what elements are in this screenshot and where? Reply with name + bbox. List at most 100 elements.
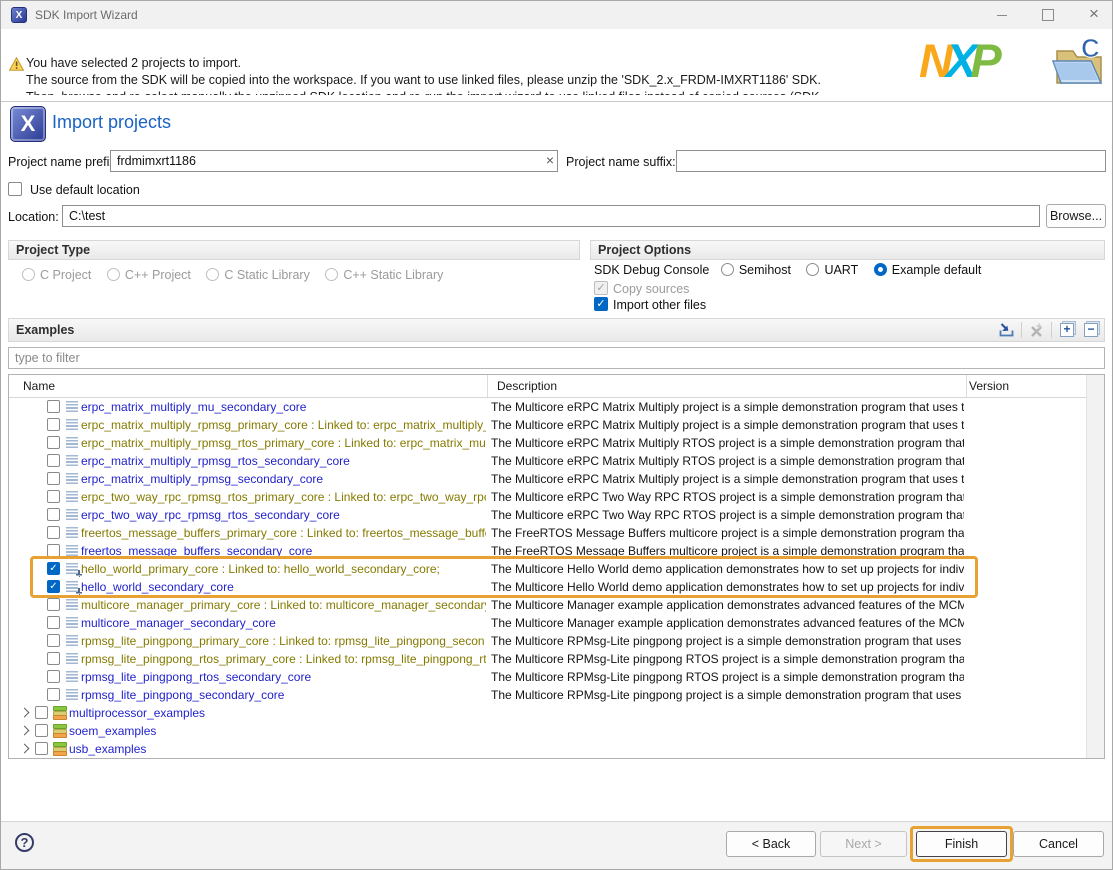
example-row[interactable]: erpc_two_way_rpc_rpmsg_rtos_secondary_co…: [9, 506, 1086, 524]
row-checkbox[interactable]: [47, 616, 60, 629]
example-category-icon: [53, 706, 65, 719]
row-checkbox[interactable]: ✓: [47, 580, 60, 593]
row-checkbox[interactable]: [47, 454, 60, 467]
examples-table: Name Description Version erpc_matrix_mul…: [8, 374, 1105, 759]
row-checkbox[interactable]: [47, 508, 60, 521]
radio-uart[interactable]: UART: [806, 263, 858, 277]
row-checkbox[interactable]: [47, 670, 60, 683]
column-header-description[interactable]: Description: [497, 379, 557, 393]
sdk-debug-console-label: SDK Debug Console: [594, 263, 709, 277]
example-row[interactable]: freertos_message_buffers_secondary_coreT…: [9, 542, 1086, 560]
toolbar-separator: [1051, 322, 1052, 338]
example-name: rpmsg_lite_pingpong_rtos_primary_core : …: [81, 652, 486, 666]
project-name-prefix-input[interactable]: [110, 150, 558, 172]
example-row[interactable]: rpmsg_lite_pingpong_rtos_primary_core : …: [9, 650, 1086, 668]
example-description: The Multicore Hello World demo applicati…: [491, 562, 964, 576]
maximize-button[interactable]: [1031, 1, 1065, 29]
row-checkbox[interactable]: [47, 544, 60, 557]
svg-text:C: C: [1081, 33, 1100, 63]
warning-line-1: You have selected 2 projects to import.: [26, 55, 906, 72]
column-divider[interactable]: [487, 375, 488, 397]
next-button[interactable]: Next >: [820, 831, 907, 857]
cancel-button[interactable]: Cancel: [1013, 831, 1104, 857]
example-description: The Multicore RPMsg-Lite pingpong RTOS p…: [491, 670, 964, 684]
location-input[interactable]: [62, 205, 1040, 227]
row-checkbox[interactable]: [47, 490, 60, 503]
example-row[interactable]: erpc_two_way_rpc_rpmsg_rtos_primary_core…: [9, 488, 1086, 506]
example-row[interactable]: freertos_message_buffers_primary_core : …: [9, 524, 1086, 542]
example-row[interactable]: erpc_matrix_multiply_rpmsg_secondary_cor…: [9, 470, 1086, 488]
row-checkbox[interactable]: [47, 598, 60, 611]
row-checkbox[interactable]: [35, 724, 48, 737]
row-checkbox[interactable]: [47, 472, 60, 485]
copy-sources-label: Copy sources: [613, 282, 689, 296]
example-group-row[interactable]: multiprocessor_examples: [9, 704, 1086, 722]
example-row[interactable]: erpc_matrix_multiply_rpmsg_rtos_secondar…: [9, 452, 1086, 470]
row-checkbox[interactable]: ✓: [47, 562, 60, 575]
radio-c-static-library[interactable]: C Static Library: [206, 268, 309, 282]
example-description: The Multicore RPMsg-Lite pingpong projec…: [491, 688, 964, 702]
example-row[interactable]: rpmsg_lite_pingpong_primary_core : Linke…: [9, 632, 1086, 650]
column-divider[interactable]: [966, 375, 967, 397]
clear-selection-icon[interactable]: [1028, 322, 1045, 338]
project-name-suffix-input[interactable]: [676, 150, 1106, 172]
example-row[interactable]: multicore_manager_primary_core : Linked …: [9, 596, 1086, 614]
column-header-version[interactable]: Version: [969, 379, 1009, 393]
example-name: rpmsg_lite_pingpong_rtos_secondary_core: [81, 670, 486, 684]
close-button[interactable]: ×: [1077, 1, 1111, 29]
radio-example-default[interactable]: Example default: [874, 263, 982, 277]
column-header-name[interactable]: Name: [23, 379, 55, 393]
warning-line-3-clipped: Then, browse and re-select manually the …: [26, 89, 906, 95]
row-checkbox[interactable]: [47, 688, 60, 701]
collapse-all-icon[interactable]: −: [1084, 323, 1098, 337]
copy-sources-checkbox[interactable]: ✓: [594, 281, 608, 295]
table-scrollbar[interactable]: [1086, 375, 1104, 758]
row-checkbox[interactable]: [35, 742, 48, 755]
example-group-row[interactable]: soem_examples: [9, 722, 1086, 740]
example-category-icon: [53, 742, 65, 755]
example-group-row[interactable]: usb_examples: [9, 740, 1086, 758]
example-row[interactable]: ✓hello_world_secondary_coreThe Multicore…: [9, 578, 1086, 596]
example-row[interactable]: rpmsg_lite_pingpong_rtos_secondary_core T…: [9, 668, 1086, 686]
project-type-options: C Project C++ Project C Static Library C…: [22, 268, 443, 282]
filter-input[interactable]: [8, 347, 1105, 369]
finish-button[interactable]: Finish: [916, 831, 1007, 857]
radio-semihost[interactable]: Semihost: [721, 263, 791, 277]
example-description: The Multicore eRPC Two Way RPC RTOS proj…: [491, 508, 964, 522]
example-name: rpmsg_lite_pingpong_secondary_core: [81, 688, 486, 702]
row-checkbox[interactable]: [47, 400, 60, 413]
chevron-right-icon[interactable]: [20, 744, 30, 754]
row-checkbox[interactable]: [35, 706, 48, 719]
clear-prefix-icon[interactable]: ×: [543, 154, 557, 168]
radio-c-project[interactable]: C Project: [22, 268, 91, 282]
chevron-right-icon[interactable]: [20, 726, 30, 736]
import-example-icon[interactable]: [998, 322, 1015, 338]
expand-all-icon[interactable]: +: [1060, 323, 1074, 337]
nxp-letter-n: N: [919, 34, 946, 87]
row-checkbox[interactable]: [47, 652, 60, 665]
chevron-right-icon[interactable]: [20, 708, 30, 718]
minimize-button[interactable]: [985, 1, 1019, 29]
sdk-import-wizard-window: X SDK Import Wizard × You have selected …: [0, 0, 1113, 870]
use-default-location-checkbox[interactable]: [8, 182, 22, 196]
import-other-files-checkbox[interactable]: ✓: [594, 297, 608, 311]
help-icon[interactable]: ?: [15, 833, 34, 852]
radio-label: C++ Static Library: [343, 268, 443, 282]
back-button[interactable]: < Back: [726, 831, 816, 857]
row-checkbox[interactable]: [47, 436, 60, 449]
example-name: multicore_manager_primary_core : Linked …: [81, 598, 486, 612]
example-name: erpc_two_way_rpc_rpmsg_rtos_secondary_co…: [81, 508, 486, 522]
example-row[interactable]: rpmsg_lite_pingpong_secondary_core The Mu…: [9, 686, 1086, 704]
example-row[interactable]: erpc_matrix_multiply_rpmsg_primary_core …: [9, 416, 1086, 434]
radio-cpp-static-library[interactable]: C++ Static Library: [325, 268, 443, 282]
row-checkbox[interactable]: [47, 418, 60, 431]
example-row[interactable]: erpc_matrix_multiply_mu_secondary_coreTh…: [9, 398, 1086, 416]
example-row[interactable]: multicore_manager_secondary_coreThe Mult…: [9, 614, 1086, 632]
radio-cpp-project[interactable]: C++ Project: [107, 268, 191, 282]
row-checkbox[interactable]: [47, 634, 60, 647]
import-projects-icon: X: [10, 106, 46, 142]
row-checkbox[interactable]: [47, 526, 60, 539]
browse-button[interactable]: Browse...: [1046, 204, 1106, 228]
example-row[interactable]: ✓hello_world_primary_core : Linked to: h…: [9, 560, 1086, 578]
example-row[interactable]: erpc_matrix_multiply_rpmsg_rtos_primary_…: [9, 434, 1086, 452]
